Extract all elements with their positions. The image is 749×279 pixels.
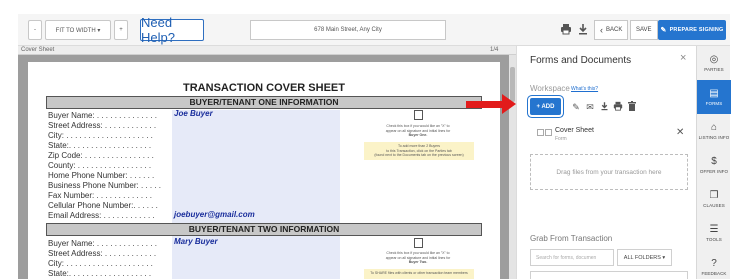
document-page: TRANSACTION COVER SHEET BUYER/TENANT ONE… xyxy=(28,62,500,279)
nav-forms[interactable]: ▤ FORMS xyxy=(697,80,731,114)
nav-tools-label: TOOLS xyxy=(706,237,722,242)
buyer-one-checkbox-note: Check this box if you would like an "X" … xyxy=(354,124,482,138)
prepare-signing-label: PREPARE SIGNING xyxy=(669,27,724,33)
need-help-button[interactable]: Need Help? xyxy=(140,15,204,45)
buyer-two-label-name: Buyer Name: . . . . . . . . . . . . . . xyxy=(48,239,157,248)
cover-sheet-type: Form xyxy=(555,136,567,142)
workspace-label: Workspace xyxy=(530,84,570,93)
nav-feedback-label: FEEDBACK xyxy=(701,271,727,276)
cover-sheet-item[interactable]: Cover Sheet Form ✕ xyxy=(530,123,688,147)
folder-list xyxy=(530,271,688,279)
dollar-icon: $ xyxy=(711,156,717,167)
drop-zone[interactable]: Drag files from your transaction here xyxy=(530,154,688,190)
buyer-one-label-email: Email Address: . . . . . . . . . . . . xyxy=(48,211,155,220)
note-line: To SHARE files with clients or other tra… xyxy=(370,271,468,275)
buyer-two-label-street: Street Address: . . . . . . . . . . . . xyxy=(48,249,157,258)
document-viewer: Cover Sheet 1/4 TRANSACTION COVER SHEET … xyxy=(18,46,516,279)
home-icon: ⌂ xyxy=(710,122,718,133)
buyer-one-label-fax: Fax Number: . . . . . . . . . . . . . xyxy=(48,191,153,200)
buyer-one-label-cell: Cellular Phone Number:. . . . . . xyxy=(48,201,158,210)
parties-icon: ◎ xyxy=(709,54,719,65)
nav-listing-info[interactable]: ⌂ LISTING INFO xyxy=(697,114,731,148)
nav-parties[interactable]: ◎ PARTIES xyxy=(697,46,731,80)
help-icon: ? xyxy=(711,258,717,269)
section-buyer-one-header: BUYER/TENANT ONE INFORMATION xyxy=(46,96,482,109)
zoom-out-button[interactable]: - xyxy=(28,20,42,40)
buyer-one-email-value[interactable]: joebuyer@gmail.com xyxy=(174,210,255,219)
nav-clauses[interactable]: ❐ CLAUSES xyxy=(697,182,731,216)
chevron-left-icon: ‹ xyxy=(600,25,603,35)
nav-parties-label: PARTIES xyxy=(704,67,724,72)
address-display: 678 Main Street, Any City xyxy=(250,20,446,40)
add-button[interactable]: + ADD xyxy=(530,98,561,115)
save-button[interactable]: SAVE xyxy=(630,20,658,40)
buyer-two-x-checkbox[interactable] xyxy=(414,238,423,248)
tools-icon: ☰ xyxy=(709,224,719,235)
add-buyers-note: To add more than 2 Buyers to this Transa… xyxy=(364,142,474,160)
buyer-one-label-business-phone: Business Phone Number: . . . . . xyxy=(48,181,161,190)
cover-sheet-checkbox[interactable] xyxy=(537,129,544,136)
buyer-one-label-state: State:. . . . . . . . . . . . . . . . . … xyxy=(48,141,152,150)
grab-from-transaction-label: Grab From Transaction xyxy=(530,234,613,243)
buyer-one-label-home-phone: Home Phone Number: . . . . . . xyxy=(48,171,155,180)
buyer-one-label-street: Street Address: . . . . . . . . . . . . xyxy=(48,121,157,130)
note-line: Buyer One. xyxy=(408,133,428,137)
buyer-one-name-value[interactable]: Joe Buyer xyxy=(174,109,213,118)
buyer-one-label-name: Buyer Name: . . . . . . . . . . . . . . xyxy=(48,111,157,120)
document-title: TRANSACTION COVER SHEET xyxy=(183,82,345,94)
buyer-one-field-column[interactable] xyxy=(172,110,340,240)
buyer-one-label-city: City: . . . . . . . . . . . . . . . . . … xyxy=(48,131,153,140)
note-line: Buyer Two. xyxy=(408,260,428,264)
nav-listing-info-label: LISTING INFO xyxy=(698,135,730,140)
nav-offer-info-label: OFFER INFO xyxy=(699,169,729,174)
whats-this-link[interactable]: What's this? xyxy=(571,86,598,92)
buyer-two-label-state: State:. . . . . . . . . . . . . . . . . … xyxy=(48,269,152,278)
document-header: Cover Sheet 1/4 xyxy=(18,46,516,55)
buyer-two-name-value[interactable]: Mary Buyer xyxy=(174,237,218,246)
top-toolbar: - FIT TO WIDTH ▾ + Need Help? 678 Main S… xyxy=(18,14,730,46)
pointer-arrow-shaft xyxy=(466,101,504,108)
forms-icon: ▤ xyxy=(709,88,719,99)
clauses-icon: ❐ xyxy=(709,190,719,201)
nav-feedback[interactable]: ? FEEDBACK xyxy=(697,250,731,279)
fit-width-dropdown[interactable]: FIT TO WIDTH ▾ xyxy=(45,20,111,40)
page-indicator: 1/4 xyxy=(490,47,499,53)
nav-clauses-label: CLAUSES xyxy=(703,203,725,208)
document-tab-label: Cover Sheet xyxy=(21,47,55,53)
pen-icon: ✎ xyxy=(660,27,667,34)
pointer-arrow-icon xyxy=(502,94,516,114)
download-icon[interactable] xyxy=(599,101,609,113)
download-icon[interactable] xyxy=(577,23,589,37)
buyer-two-label-city: City: . . . . . . . . . . . . . . . . . … xyxy=(48,259,153,268)
buyer-one-x-checkbox[interactable] xyxy=(414,110,423,120)
nav-offer-info[interactable]: $ OFFER INFO xyxy=(697,148,731,182)
search-forms-input[interactable]: Search for forms, documen xyxy=(530,249,614,266)
email-icon[interactable]: ✉ xyxy=(585,101,595,113)
buyer-one-label-county: County: . . . . . . . . . . . . . . . . … xyxy=(48,161,152,170)
remove-icon[interactable]: ✕ xyxy=(676,127,684,138)
document-scrollbar[interactable] xyxy=(509,55,516,279)
buyer-one-label-zip: Zip Code: . . . . . . . . . . . . . . . … xyxy=(48,151,154,160)
nav-forms-label: FORMS xyxy=(705,101,723,106)
print-icon[interactable] xyxy=(560,23,572,37)
trash-icon[interactable] xyxy=(627,101,637,113)
close-icon[interactable]: × xyxy=(680,52,686,64)
all-folders-dropdown[interactable]: ALL FOLDERS ▾ xyxy=(617,249,672,266)
cover-sheet-checkbox-secondary[interactable] xyxy=(545,129,552,136)
print-icon[interactable] xyxy=(613,101,623,113)
prepare-signing-button[interactable]: ✎ PREPARE SIGNING xyxy=(658,20,726,40)
buyer-two-checkbox-note: Check this box if you would like an "X" … xyxy=(354,251,482,265)
forms-documents-panel: Forms and Documents × Workspace What's t… xyxy=(516,46,696,279)
zoom-in-button[interactable]: + xyxy=(114,20,128,40)
cover-sheet-name: Cover Sheet xyxy=(555,127,594,134)
note-line: (found next to the Documents tab on the … xyxy=(374,153,464,157)
section-buyer-two-header: BUYER/TENANT TWO INFORMATION xyxy=(46,223,482,236)
side-navigation: ◎ PARTIES ▤ FORMS ⌂ LISTING INFO $ OFFER… xyxy=(696,46,731,279)
nav-tools[interactable]: ☰ TOOLS xyxy=(697,216,731,250)
share-files-note: To SHARE files with clients or other tra… xyxy=(364,269,474,279)
pencil-icon[interactable]: ✎ xyxy=(571,101,581,113)
back-button[interactable]: ‹ BACK xyxy=(594,20,629,40)
back-label: BACK xyxy=(606,27,623,33)
panel-title: Forms and Documents xyxy=(530,55,632,66)
